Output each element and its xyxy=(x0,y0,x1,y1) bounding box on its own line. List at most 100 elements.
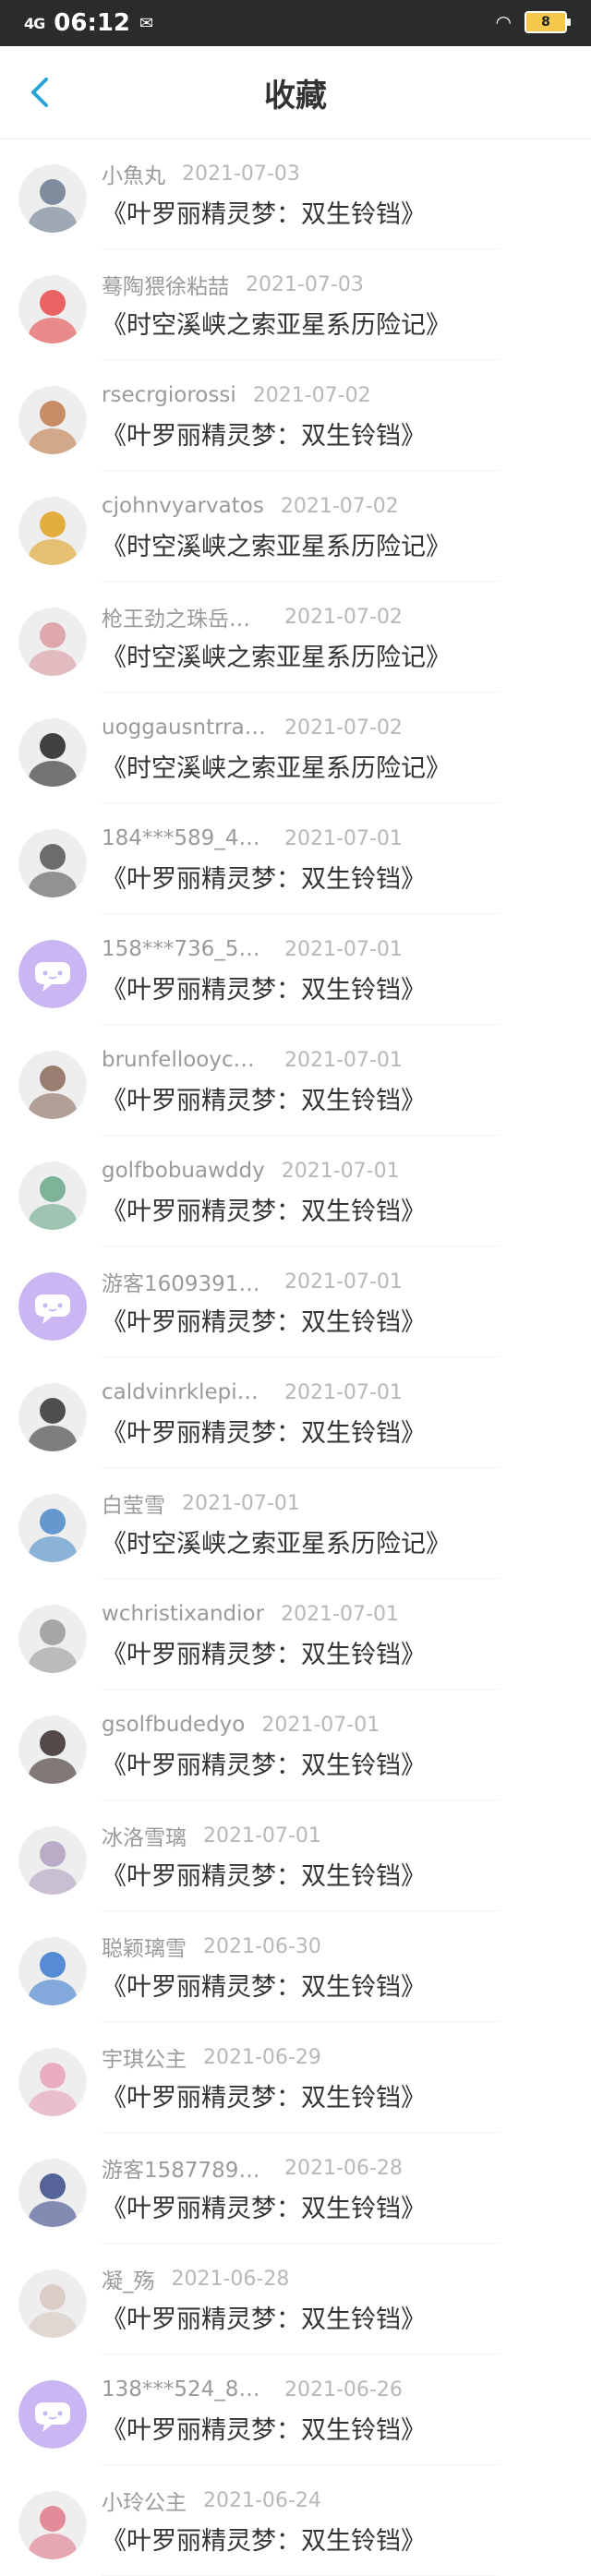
book-title[interactable]: 《叶罗丽精灵梦：双生铃铛》 xyxy=(102,969,426,1005)
book-title[interactable]: 《时空溪峡之索亚星系历险记》 xyxy=(102,305,451,341)
book-title[interactable]: 《时空溪峡之索亚星系历险记》 xyxy=(102,637,451,673)
default-avatar-icon[interactable] xyxy=(18,2380,87,2449)
default-avatar-icon[interactable] xyxy=(18,1272,87,1341)
book-title[interactable]: 《叶罗丽精灵梦：双生铃铛》 xyxy=(102,1302,426,1338)
item-meta: 聪颖璃雪 2021-06-30 xyxy=(102,1931,321,1962)
list-item[interactable]: 蓦陶猥徐粘喆 2021-07-03 《时空溪峡之索亚星系历险记》 xyxy=(0,249,591,360)
username[interactable]: 138***524_80… xyxy=(102,2377,268,2401)
user-avatar[interactable] xyxy=(18,608,87,676)
status-bar: 4G 06:12 ✉ ◠ 8 xyxy=(0,0,591,46)
list-item[interactable]: cjohnvyarvatos 2021-07-02 《时空溪峡之索亚星系历险记》 xyxy=(0,471,591,582)
list-item[interactable]: 158***736_51… 2021-07-01 《叶罗丽精灵梦：双生铃铛》 xyxy=(0,914,591,1025)
item-meta: rsecrgiorossi 2021-07-02 xyxy=(102,382,371,408)
book-title[interactable]: 《叶罗丽精灵梦：双生铃铛》 xyxy=(102,2077,426,2113)
username[interactable]: gsolfbudedyo xyxy=(102,1713,245,1737)
user-avatar[interactable] xyxy=(18,1494,87,1562)
list-item[interactable]: 游客15877894… 2021-06-28 《叶罗丽精灵梦：双生铃铛》 xyxy=(0,2133,591,2244)
book-title[interactable]: 《叶罗丽精灵梦：双生铃铛》 xyxy=(102,2521,426,2557)
username[interactable]: 游客16093916… xyxy=(102,1266,268,1297)
favorite-date: 2021-06-26 xyxy=(284,2377,403,2401)
book-title[interactable]: 《叶罗丽精灵梦：双生铃铛》 xyxy=(102,2188,426,2224)
username[interactable]: 冰洛雪璃 xyxy=(102,1820,187,1851)
user-avatar[interactable] xyxy=(18,1051,87,1119)
user-avatar[interactable] xyxy=(18,1826,87,1895)
list-item[interactable]: 宇琪公主 2021-06-29 《叶罗丽精灵梦：双生铃铛》 xyxy=(0,2022,591,2133)
item-meta: caldvinrklepinj… 2021-07-01 xyxy=(102,1379,403,1405)
user-avatar[interactable] xyxy=(18,1383,87,1451)
book-title[interactable]: 《叶罗丽精灵梦：双生铃铛》 xyxy=(102,1413,426,1449)
book-title[interactable]: 《叶罗丽精灵梦：双生铃铛》 xyxy=(102,1745,426,1781)
signal-icon: 4G xyxy=(24,14,45,32)
item-meta: 游客16093916… 2021-07-01 xyxy=(102,1266,403,1297)
username[interactable]: rsecrgiorossi xyxy=(102,383,236,407)
list-item[interactable]: 小玲公主 2021-06-24 《叶罗丽精灵梦：双生铃铛》 xyxy=(0,2465,591,2576)
book-title[interactable]: 《叶罗丽精灵梦：双生铃铛》 xyxy=(102,2410,426,2446)
username[interactable]: wchristixandior xyxy=(102,1602,264,1626)
user-avatar[interactable] xyxy=(18,1162,87,1230)
default-avatar-icon[interactable] xyxy=(18,940,87,1008)
list-item[interactable]: brunfellooycuci… 2021-07-01 《叶罗丽精灵梦：双生铃铛》 xyxy=(0,1025,591,1136)
favorite-date: 2021-07-01 xyxy=(261,1713,380,1737)
book-title[interactable]: 《时空溪峡之索亚星系历险记》 xyxy=(102,1523,451,1559)
username[interactable]: 158***736_51… xyxy=(102,937,268,961)
list-item[interactable]: gsolfbudedyo 2021-07-01 《叶罗丽精灵梦：双生铃铛》 xyxy=(0,1690,591,1800)
username[interactable]: cjohnvyarvatos xyxy=(102,494,264,518)
username[interactable]: 聪颖璃雪 xyxy=(102,1931,187,1962)
book-title[interactable]: 《叶罗丽精灵梦：双生铃铛》 xyxy=(102,194,426,230)
list-item[interactable]: 184***589_43… 2021-07-01 《叶罗丽精灵梦：双生铃铛》 xyxy=(0,803,591,914)
book-title[interactable]: 《时空溪峡之索亚星系历险记》 xyxy=(102,526,451,562)
user-avatar[interactable] xyxy=(18,2491,87,2559)
username[interactable]: uoggausntrraliat xyxy=(102,716,268,740)
user-avatar[interactable] xyxy=(18,829,87,897)
username[interactable]: 游客15877894… xyxy=(102,2152,268,2184)
book-title[interactable]: 《叶罗丽精灵梦：双生铃铛》 xyxy=(102,2299,426,2335)
user-avatar[interactable] xyxy=(18,718,87,787)
book-title[interactable]: 《叶罗丽精灵梦：双生铃铛》 xyxy=(102,415,426,451)
book-title[interactable]: 《时空溪峡之索亚星系历险记》 xyxy=(102,748,451,784)
user-avatar[interactable] xyxy=(18,497,87,565)
list-item[interactable]: rsecrgiorossi 2021-07-02 《叶罗丽精灵梦：双生铃铛》 xyxy=(0,360,591,471)
user-avatar[interactable] xyxy=(18,275,87,343)
item-meta: brunfellooycuci… 2021-07-01 xyxy=(102,1047,403,1073)
username[interactable]: 宇琪公主 xyxy=(102,2041,187,2073)
list-item[interactable]: 游客16093916… 2021-07-01 《叶罗丽精灵梦：双生铃铛》 xyxy=(0,1246,591,1357)
user-avatar[interactable] xyxy=(18,164,87,233)
username[interactable]: 凝_殇 xyxy=(102,2263,155,2294)
username[interactable]: 枪王劲之珠岳弹王 xyxy=(102,601,268,632)
favorite-date: 2021-06-24 xyxy=(203,2488,321,2512)
book-title[interactable]: 《叶罗丽精灵梦：双生铃铛》 xyxy=(102,1080,426,1116)
book-title[interactable]: 《叶罗丽精灵梦：双生铃铛》 xyxy=(102,859,426,895)
list-item[interactable]: golfbobuawddy 2021-07-01 《叶罗丽精灵梦：双生铃铛》 xyxy=(0,1136,591,1246)
list-item[interactable]: 138***524_80… 2021-06-26 《叶罗丽精灵梦：双生铃铛》 xyxy=(0,2354,591,2465)
username[interactable]: 小玲公主 xyxy=(102,2485,187,2516)
book-title[interactable]: 《叶罗丽精灵梦：双生铃铛》 xyxy=(102,1191,426,1227)
user-avatar[interactable] xyxy=(18,386,87,454)
list-item[interactable]: 冰洛雪璃 2021-07-01 《叶罗丽精灵梦：双生铃铛》 xyxy=(0,1800,591,1911)
list-item[interactable]: 小魚丸 2021-07-03 《叶罗丽精灵梦：双生铃铛》 xyxy=(0,138,591,249)
user-avatar[interactable] xyxy=(18,1605,87,1673)
item-meta: 凝_殇 2021-06-28 xyxy=(102,2263,289,2294)
list-item[interactable]: wchristixandior 2021-07-01 《叶罗丽精灵梦：双生铃铛》 xyxy=(0,1579,591,1690)
book-title[interactable]: 《叶罗丽精灵梦：双生铃铛》 xyxy=(102,1856,426,1892)
user-avatar[interactable] xyxy=(18,2159,87,2227)
book-title[interactable]: 《叶罗丽精灵梦：双生铃铛》 xyxy=(102,1634,426,1670)
page-title: 收藏 xyxy=(264,78,327,114)
user-avatar[interactable] xyxy=(18,2048,87,2116)
list-item[interactable]: 凝_殇 2021-06-28 《叶罗丽精灵梦：双生铃铛》 xyxy=(0,2244,591,2354)
book-title[interactable]: 《叶罗丽精灵梦：双生铃铛》 xyxy=(102,1967,426,2003)
list-item[interactable]: 聪颖璃雪 2021-06-30 《叶罗丽精灵梦：双生铃铛》 xyxy=(0,1911,591,2022)
username[interactable]: 蓦陶猥徐粘喆 xyxy=(102,269,229,300)
username[interactable]: 小魚丸 xyxy=(102,158,165,189)
list-item[interactable]: 白莹雪 2021-07-01 《时空溪峡之索亚星系历险记》 xyxy=(0,1468,591,1579)
username[interactable]: 白莹雪 xyxy=(102,1487,165,1519)
list-item[interactable]: caldvinrklepinj… 2021-07-01 《叶罗丽精灵梦：双生铃铛》 xyxy=(0,1357,591,1468)
username[interactable]: caldvinrklepinj… xyxy=(102,1380,268,1404)
list-item[interactable]: 枪王劲之珠岳弹王 2021-07-02 《时空溪峡之索亚星系历险记》 xyxy=(0,582,591,692)
username[interactable]: golfbobuawddy xyxy=(102,1159,265,1183)
username[interactable]: 184***589_43… xyxy=(102,826,268,850)
list-item[interactable]: uoggausntrraliat 2021-07-02 《时空溪峡之索亚星系历险记》 xyxy=(0,692,591,803)
username[interactable]: brunfellooycuci… xyxy=(102,1048,268,1072)
user-avatar[interactable] xyxy=(18,2269,87,2338)
user-avatar[interactable] xyxy=(18,1937,87,2005)
user-avatar[interactable] xyxy=(18,1715,87,1784)
